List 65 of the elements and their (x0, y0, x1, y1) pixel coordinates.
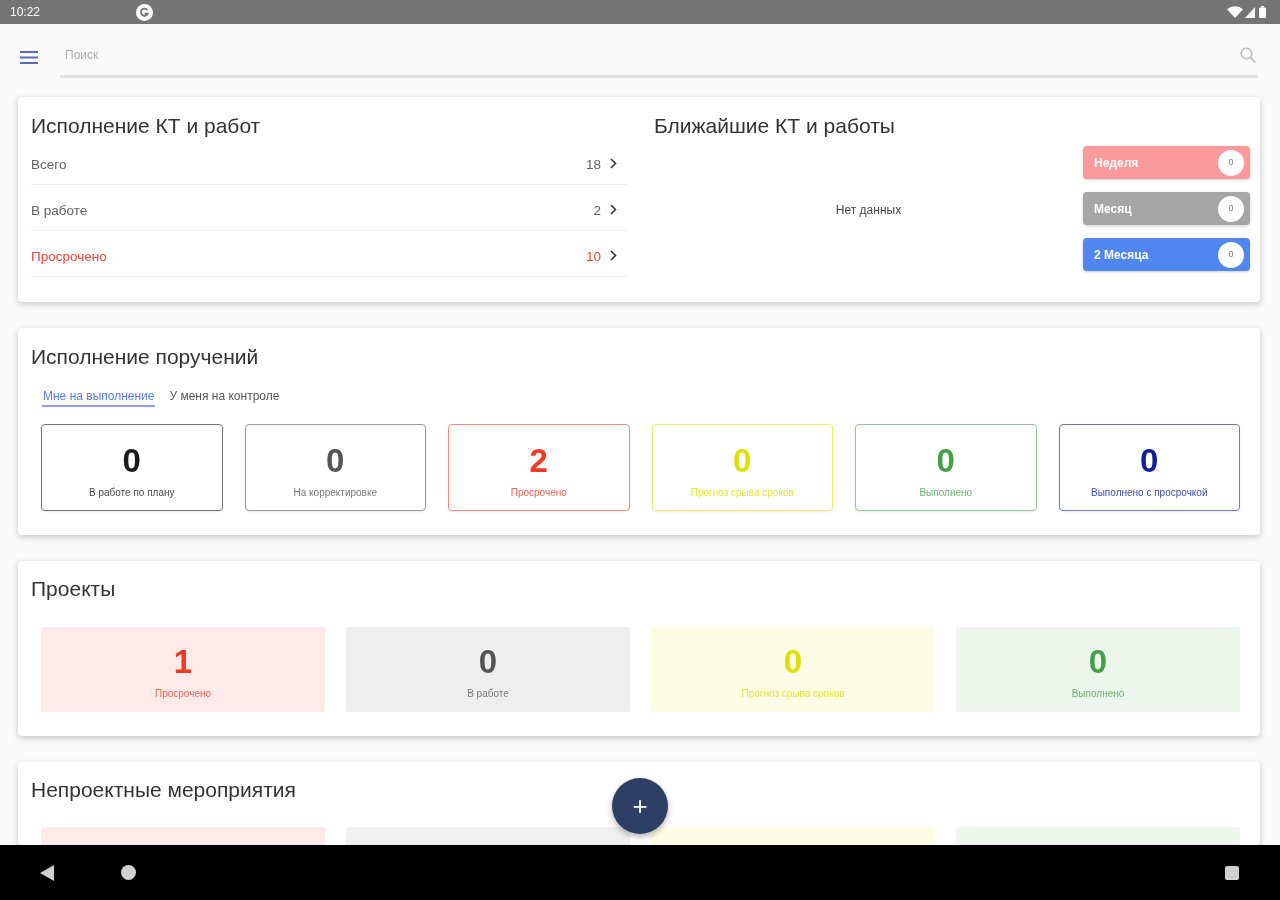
stat-tile[interactable]: 0 На корректировке (244, 424, 426, 511)
wifi-icon (1227, 6, 1243, 18)
tile-count: 0 (477, 642, 499, 682)
stat-tile[interactable]: 2 Просрочено (448, 424, 630, 511)
row-label: Всего (31, 157, 68, 173)
tile-label: Прогноз срыва сроков (740, 687, 846, 700)
tile-label: В работе по плану (87, 486, 176, 499)
stat-tile[interactable] (651, 827, 935, 845)
tile-count: 0 (732, 441, 753, 481)
tile-count: 0 (121, 441, 142, 481)
section-title: Проекты (31, 576, 117, 602)
search-field[interactable]: Поиск (60, 34, 1258, 78)
row-count: 2 (593, 203, 601, 219)
chevron-icon[interactable] (610, 203, 617, 215)
tile-label: Выполнено с просрочкой (1090, 486, 1209, 499)
tile-count: 0 (935, 441, 956, 481)
row-label: В работе (31, 203, 89, 219)
tile-count: 0 (1087, 642, 1109, 682)
stat-tile[interactable]: 0 Выполнено (855, 424, 1037, 511)
tab[interactable]: Мне на выполнение (42, 380, 156, 407)
notification-icon (136, 3, 154, 21)
section-title: Ближайшие КТ и работы (654, 113, 896, 139)
stat-tile[interactable]: 0 В работе (346, 627, 630, 712)
tile-count: 0 (782, 642, 804, 682)
count-badge: 0 (1218, 149, 1244, 176)
tile-label: В работе (466, 687, 510, 700)
tile-label: Выполнено (1070, 687, 1126, 700)
empty-state-text: Нет данных (835, 202, 902, 219)
count-badge: 0 (1218, 241, 1244, 268)
period-button[interactable]: 2 Месяца 0 (1083, 238, 1250, 271)
tile-label: Прогноз срыва сроков (689, 486, 795, 499)
count-badge: 0 (1218, 195, 1244, 222)
tile-count: 0 (1139, 441, 1160, 481)
tab[interactable]: У меня на контроле (168, 380, 281, 407)
tile-count: 2 (528, 441, 549, 481)
tile-label: На корректировке (292, 486, 378, 499)
period-button[interactable]: Неделя 0 (1083, 146, 1250, 179)
tile-label: Выполнено (918, 486, 974, 499)
row-label: Просрочено (31, 249, 108, 265)
stat-tile[interactable]: 0 Выполнено с просрочкой (1058, 424, 1240, 511)
section-title: Исполнение поручений (31, 344, 260, 370)
row-count: 18 (585, 157, 601, 173)
stat-tile[interactable] (956, 827, 1240, 845)
tile-count: 1 (172, 642, 194, 682)
period-button[interactable]: Месяц 0 (1083, 192, 1250, 225)
chevron-icon[interactable] (610, 249, 617, 261)
row-count: 10 (585, 249, 601, 265)
stat-tile[interactable] (346, 827, 630, 845)
back-icon[interactable] (40, 864, 54, 881)
menu-icon[interactable] (20, 50, 38, 64)
tile-label: Просрочено (153, 687, 213, 700)
clock-text: 10:22 (10, 5, 41, 19)
stat-tile[interactable]: 0 Выполнено (956, 627, 1240, 712)
section-title: Исполнение КТ и работ (31, 113, 262, 139)
tile-count: 0 (325, 441, 346, 481)
recents-icon[interactable] (1225, 865, 1239, 880)
signal-icon (1245, 6, 1255, 18)
battery-icon (1259, 6, 1266, 18)
stat-tile[interactable]: 0 В работе по плану (41, 424, 223, 511)
tile-label: Просрочено (509, 486, 568, 499)
section-title: Непроектные мероприятия (31, 777, 297, 803)
chevron-icon[interactable] (610, 157, 617, 169)
home-icon[interactable] (121, 865, 136, 880)
stat-tile[interactable]: 1 Просрочено (41, 627, 325, 712)
stat-tile[interactable] (41, 827, 325, 845)
